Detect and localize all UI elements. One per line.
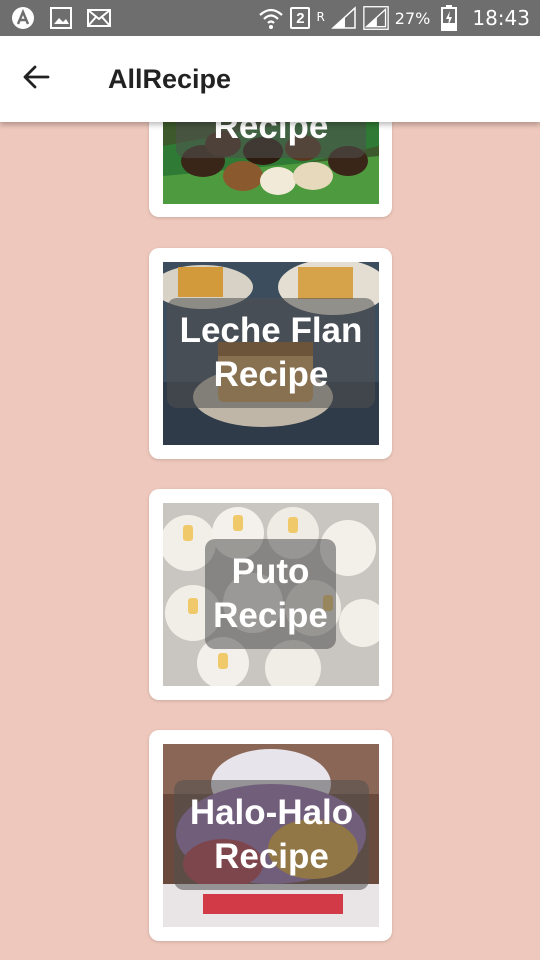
recipe-label-overlay: Halo-Halo Recipe xyxy=(174,780,369,890)
recipe-label: Halo-Halo Recipe xyxy=(189,793,354,876)
sim-slot-indicator: 2 xyxy=(290,7,311,29)
recipe-label-overlay: Puto Recipe xyxy=(205,539,336,649)
recipe-card[interactable]: Puto Recipe xyxy=(149,489,392,700)
image-icon xyxy=(48,6,74,30)
recipe-card[interactable]: Halo-Halo Recipe xyxy=(149,730,392,941)
back-button[interactable] xyxy=(0,36,72,122)
clock: 18:43 xyxy=(472,6,530,30)
recipe-label: Leche Flan Recipe xyxy=(179,311,363,394)
signal-icon xyxy=(330,6,357,30)
recipe-label: Puto Recipe xyxy=(213,552,328,635)
recipe-card[interactable]: Leche Flan Recipe xyxy=(149,248,392,459)
battery-charging-icon xyxy=(436,5,462,31)
battery-percent: 27% xyxy=(394,8,431,28)
status-bar: 2 R 27% 18:43 xyxy=(0,0,540,36)
signal-icon-secondary xyxy=(363,6,389,30)
wifi-icon xyxy=(258,6,284,30)
back-arrow-icon xyxy=(22,63,50,96)
recipe-label-overlay: Leche Flan Recipe xyxy=(167,298,375,408)
app-bar: AllRecipe xyxy=(0,36,540,122)
app-notification-icon xyxy=(10,6,36,30)
page-title: AllRecipe xyxy=(108,63,232,94)
recipe-list[interactable]: Recipe Leche Flan Recipe Puto Recipe Hal… xyxy=(0,0,540,960)
roaming-indicator: R xyxy=(316,10,325,24)
mail-icon xyxy=(86,6,112,30)
